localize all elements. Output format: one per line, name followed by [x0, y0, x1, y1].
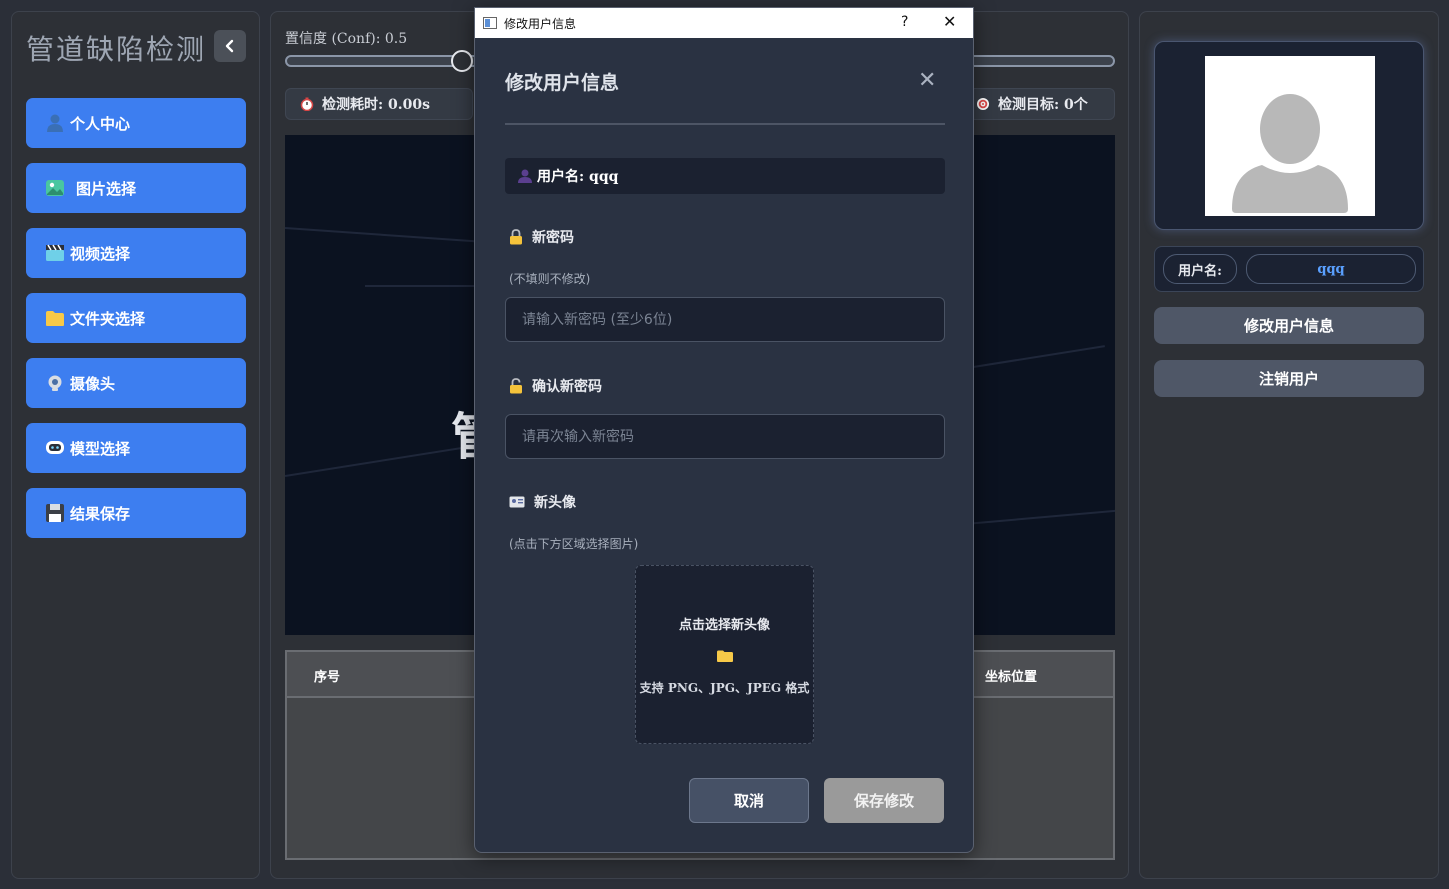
username-label: 用户名:	[1163, 254, 1237, 284]
stopwatch-icon	[300, 97, 314, 111]
image-icon	[44, 177, 66, 199]
username-row: 用户名: qqq	[1154, 246, 1424, 292]
confirm-password-label: 确认新密码	[509, 376, 602, 396]
folder-icon	[717, 650, 733, 662]
window-icon	[483, 17, 497, 29]
upload-title: 点击选择新头像	[678, 618, 770, 633]
nav-label: 模型选择	[70, 439, 131, 458]
target-icon	[977, 98, 989, 110]
avatar	[1205, 56, 1375, 216]
app-title: 管道缺陷检测	[26, 33, 207, 66]
dialog-heading: 修改用户信息	[505, 72, 620, 94]
detection-time-text: 检测耗时: 0.00s	[322, 97, 431, 113]
avatar-frame	[1154, 41, 1424, 230]
nav-label: 视频选择	[70, 244, 131, 263]
model-icon	[44, 437, 66, 459]
floppy-icon	[44, 502, 66, 524]
new-avatar-label: 新头像	[509, 492, 576, 512]
default-avatar-icon	[1232, 94, 1348, 213]
nav-label: 摄像头	[70, 374, 116, 393]
dialog-titlebar: 修改用户信息 ? ✕	[475, 8, 973, 38]
dialog-window-title: 修改用户信息	[504, 16, 577, 31]
close-icon[interactable]: ✕	[918, 68, 936, 93]
nav-label: 结果保存	[70, 504, 131, 523]
nav-save-results[interactable]: 结果保存	[26, 488, 246, 538]
unlock-icon	[510, 378, 522, 394]
column-header-index: 序号	[314, 670, 341, 685]
heading-divider	[505, 123, 945, 125]
nav-video-select[interactable]: 视频选择	[26, 228, 246, 278]
user-icon	[518, 169, 532, 183]
new-password-hint: (不填则不修改)	[509, 272, 591, 286]
cancel-button[interactable]: 取消	[689, 778, 809, 823]
collapse-sidebar-button[interactable]	[214, 30, 246, 62]
nav-label: 个人中心	[70, 114, 131, 133]
nav-label: 图片选择	[76, 179, 137, 198]
column-header-position: 坐标位置	[985, 670, 1038, 685]
window-close-button[interactable]: ✕	[943, 12, 956, 31]
id-card-icon	[509, 496, 525, 508]
user-icon	[44, 112, 66, 134]
nav-label: 文件夹选择	[70, 309, 146, 328]
confirm-password-input[interactable]	[505, 414, 945, 459]
lock-icon	[510, 229, 522, 245]
help-button[interactable]: ?	[901, 14, 908, 30]
detection-time-badge: 检测耗时: 0.00s	[285, 88, 473, 120]
detection-target-badge: 检测目标: 0个	[961, 88, 1115, 120]
current-username-text: 用户名: qqq	[537, 169, 619, 185]
edit-user-info-button[interactable]: 修改用户信息	[1154, 307, 1424, 344]
confidence-slider-handle[interactable]	[451, 50, 473, 72]
new-password-input[interactable]	[505, 297, 945, 342]
nav-image-select[interactable]: 图片选择	[26, 163, 246, 213]
logout-user-button[interactable]: 注销用户	[1154, 360, 1424, 397]
nav-personal-center[interactable]: 个人中心	[26, 98, 246, 148]
new-avatar-hint: (点击下方区域选择图片)	[509, 537, 639, 551]
right-panel: 用户名: qqq 修改用户信息 注销用户	[1139, 11, 1439, 879]
avatar-upload-area[interactable]: 点击选择新头像 支持 PNG、JPG、JPEG 格式	[635, 565, 814, 744]
edit-user-dialog: 修改用户信息 ? ✕ 修改用户信息 ✕ 用户名: qqq 新密码 (不填则不修改…	[474, 7, 974, 853]
username-value: qqq	[1246, 254, 1416, 284]
nav-camera[interactable]: 摄像头	[26, 358, 246, 408]
new-password-label: 新密码	[509, 227, 574, 247]
folder-icon	[44, 307, 66, 329]
confidence-label: 置信度 (Conf): 0.5	[285, 31, 408, 47]
nav-folder-select[interactable]: 文件夹选择	[26, 293, 246, 343]
detection-target-text: 检测目标: 0个	[998, 97, 1088, 113]
clapper-icon	[44, 242, 66, 264]
upload-formats: 支持 PNG、JPG、JPEG 格式	[639, 681, 810, 695]
nav-model-select[interactable]: 模型选择	[26, 423, 246, 473]
chevron-left-icon	[225, 39, 234, 53]
webcam-icon	[44, 372, 66, 394]
current-username: 用户名: qqq	[505, 158, 945, 194]
left-sidebar: 管道缺陷检测 个人中心 图片选择 视频选择 文件夹选择 摄像头 模型选择 结果保…	[11, 11, 260, 879]
save-changes-button[interactable]: 保存修改	[824, 778, 944, 823]
